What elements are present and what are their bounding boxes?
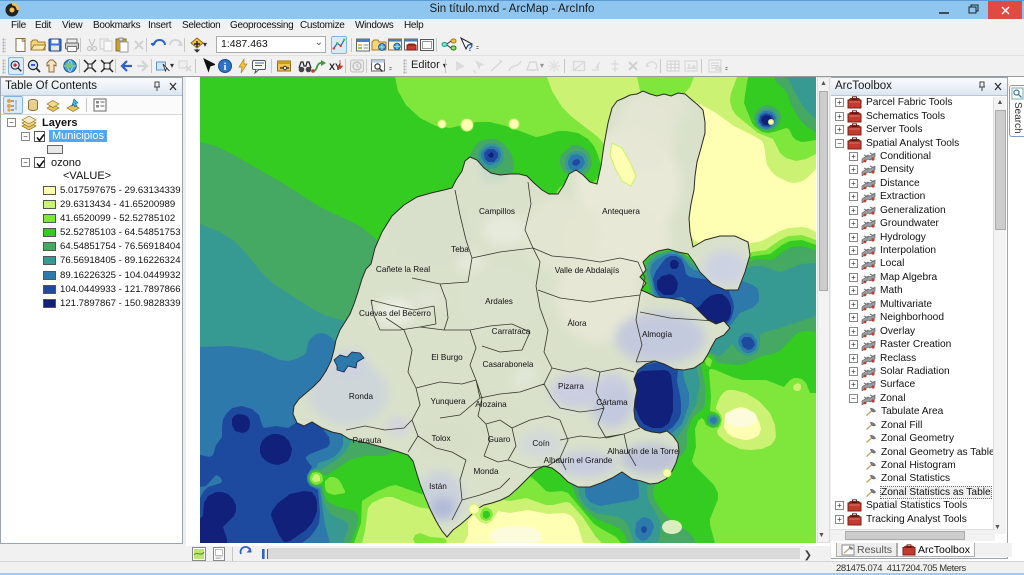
svg-text:Cañete la Real: Cañete la Real [376,265,430,274]
svg-text:Pizarra: Pizarra [558,382,584,391]
svg-text:Teba: Teba [451,245,469,254]
svg-text:Almogía: Almogía [642,330,672,339]
svg-text:Coín: Coín [532,439,550,448]
svg-text:El Burgo: El Burgo [431,353,463,362]
svg-text:Yunquera: Yunquera [430,397,466,406]
svg-text:Guaro: Guaro [488,435,511,444]
svg-text:Monda: Monda [473,467,498,476]
svg-text:Campillos: Campillos [479,207,515,216]
svg-text:Alhaurín el Grande: Alhaurín el Grande [544,456,613,465]
svg-text:Tolox: Tolox [431,434,450,443]
svg-text:Cuevas del Becerro: Cuevas del Becerro [359,309,431,318]
svg-text:Valle de Abdalajís: Valle de Abdalajís [555,266,619,275]
svg-text:Antequera: Antequera [602,207,640,216]
svg-text:Istán: Istán [429,482,447,491]
svg-text:Álora: Álora [567,318,587,328]
svg-text:Casarabonela: Casarabonela [483,360,534,369]
svg-text:Alhaurín de la Torre: Alhaurín de la Torre [607,447,679,456]
svg-text:Alozaina: Alozaina [475,400,507,409]
svg-text:?: ? [467,43,473,53]
svg-text:Cártama: Cártama [596,398,628,407]
svg-text:Ardales: Ardales [485,297,513,306]
svg-text:Parauta: Parauta [353,436,382,445]
svg-text:Ronda: Ronda [349,392,374,401]
svg-text:Carratraca: Carratraca [492,327,531,336]
svg-text:i: i [224,62,227,73]
